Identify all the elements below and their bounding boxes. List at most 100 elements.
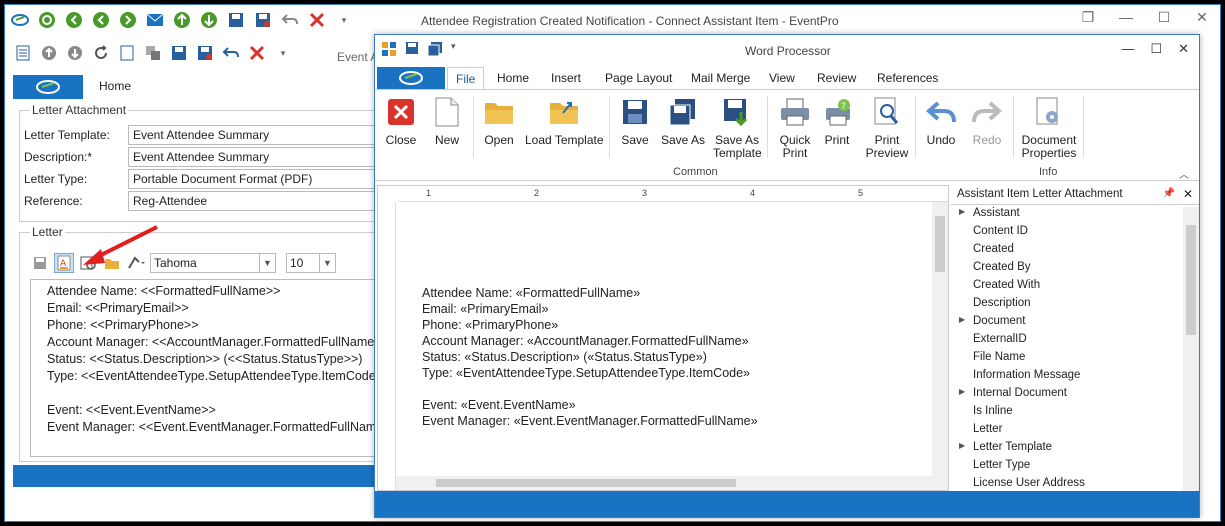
horizontal-ruler[interactable]: 1 2 3 4 5 (398, 186, 948, 202)
open-button[interactable]: Open (483, 96, 515, 147)
load-template-button[interactable]: Load Template (525, 96, 604, 147)
document-editor[interactable]: 1 2 3 4 5 Attendee Name: «FormattedFullN… (377, 185, 949, 491)
save-as-template-button[interactable]: Save As Template (713, 96, 762, 160)
close-icon[interactable]: ✕ (1190, 9, 1214, 26)
field-tree-item[interactable]: Description (951, 297, 1183, 315)
wp-close-icon[interactable]: ✕ (1178, 41, 1189, 57)
event-tab-partial[interactable]: Event A (337, 50, 378, 64)
field-tree-item[interactable]: Is Inline (951, 405, 1183, 423)
field-tree-item[interactable]: Created By (951, 261, 1183, 279)
wp-app-menu-logo[interactable] (377, 67, 445, 89)
field-tree-label: Is Inline (973, 405, 1013, 417)
wp-customize-dropdown-icon[interactable]: ▾ (451, 41, 456, 60)
expand-arrow-icon[interactable]: ▶ (959, 387, 965, 396)
quick-print-button[interactable]: Quick Print (777, 96, 813, 160)
field-tree-item[interactable]: ExternalID (951, 333, 1183, 351)
field-tree-item[interactable]: Information Message (951, 369, 1183, 387)
save-and-close-icon[interactable] (195, 43, 215, 63)
save-button[interactable]: Save (619, 96, 651, 147)
panel-scrollbar[interactable] (1183, 207, 1199, 491)
field-tree-item[interactable]: ▶ Document (951, 315, 1183, 333)
save-close-icon[interactable] (252, 9, 274, 31)
edit-in-word-processor-icon[interactable]: A (54, 253, 74, 273)
eventpro-logo-icon[interactable] (9, 9, 31, 31)
tab-home[interactable]: Home (99, 79, 131, 93)
expand-arrow-icon[interactable]: ▶ (959, 441, 965, 450)
page-icon[interactable] (117, 43, 137, 63)
expand-arrow-icon[interactable]: ▶ (959, 207, 965, 216)
field-tree-item[interactable]: ▶ Assistant (951, 207, 1183, 225)
previous-record-icon[interactable] (90, 9, 112, 31)
save-icon (619, 96, 651, 128)
undo-record-icon[interactable] (221, 43, 241, 63)
panel-close-icon[interactable]: ✕ (1183, 187, 1193, 201)
scrollbar-thumb[interactable] (935, 216, 945, 272)
redo-button[interactable]: Redo (971, 96, 1003, 147)
delete-record-icon[interactable] (247, 43, 267, 63)
field-tree-item[interactable]: Letter Type (951, 459, 1183, 477)
scrollbar-thumb[interactable] (436, 479, 736, 487)
editor-vertical-scrollbar[interactable] (932, 202, 948, 478)
restore-icon[interactable]: ❐ (1076, 9, 1100, 26)
document-body[interactable]: Attendee Name: «FormattedFullName» Email… (422, 286, 758, 430)
move-down-icon[interactable] (198, 9, 220, 31)
refresh-icon[interactable] (36, 9, 58, 31)
tab-insert[interactable]: Insert (551, 71, 581, 85)
field-tree-item[interactable]: File Name (951, 351, 1183, 369)
copy-icon[interactable] (143, 43, 163, 63)
undo-icon[interactable] (279, 9, 301, 31)
maximize-icon[interactable]: ☐ (1152, 9, 1176, 26)
field-tree-label: Created By (973, 261, 1031, 273)
tab-file[interactable]: File (447, 67, 485, 89)
vertical-ruler (378, 202, 396, 490)
field-tree-label: Internal Document (973, 387, 1067, 399)
tab-page-layout[interactable]: Page Layout (605, 71, 672, 85)
print-preview-button[interactable]: Print Preview (865, 96, 909, 160)
field-tree-item[interactable]: Content ID (951, 225, 1183, 243)
next-record-icon[interactable] (117, 9, 139, 31)
save-as-button[interactable]: Save As (661, 96, 705, 147)
pin-icon[interactable]: 📌 (1163, 188, 1175, 199)
customize-dropdown-icon[interactable]: ▾ (333, 9, 355, 31)
save-record-icon[interactable] (169, 43, 189, 63)
font-size-select[interactable]: 10 ▼ (286, 253, 336, 273)
editor-horizontal-scrollbar[interactable] (396, 476, 948, 490)
move-up-icon[interactable] (171, 9, 193, 31)
font-family-select[interactable]: Tahoma ▼ (150, 253, 276, 273)
wp-minimize-icon[interactable]: — (1121, 41, 1134, 57)
letter-save-icon[interactable] (30, 253, 50, 273)
letter-text-area[interactable]: Attendee Name: <<FormattedFullName>> Ema… (30, 279, 400, 457)
document-properties-button[interactable]: Document Properties (1021, 96, 1077, 160)
wp-save-all-icon[interactable] (427, 41, 443, 60)
email-icon[interactable] (144, 9, 166, 31)
new-button[interactable]: New (431, 96, 463, 147)
tab-home[interactable]: Home (497, 71, 529, 85)
wp-save-icon[interactable] (405, 41, 419, 60)
field-tree-item[interactable]: ▶ Letter Template (951, 441, 1183, 459)
field-tree-item[interactable]: Letter (951, 423, 1183, 441)
close-button[interactable]: Close (385, 96, 417, 147)
scrollbar-thumb[interactable] (1186, 225, 1196, 335)
delete-icon[interactable] (306, 9, 328, 31)
tab-references[interactable]: References (877, 71, 938, 85)
first-record-icon[interactable] (63, 9, 85, 31)
tab-review[interactable]: Review (817, 71, 856, 85)
collapse-ribbon-icon[interactable]: ︿ (1179, 166, 1189, 181)
reload-icon[interactable] (91, 43, 111, 63)
minimize-icon[interactable]: — (1114, 9, 1138, 26)
wp-maximize-icon[interactable]: ☐ (1150, 41, 1162, 57)
field-tree-item[interactable]: ▶ Internal Document (951, 387, 1183, 405)
field-tree-item[interactable]: Created (951, 243, 1183, 261)
print-button[interactable]: ? Print (821, 96, 853, 147)
app-menu-logo[interactable] (13, 75, 83, 99)
save-icon[interactable] (225, 9, 247, 31)
new-document-icon[interactable] (13, 43, 33, 63)
expand-arrow-icon[interactable]: ▶ (959, 315, 965, 324)
toolbar-dropdown-icon[interactable]: ▾ (273, 43, 293, 63)
down-arrow-icon[interactable] (65, 43, 85, 63)
up-arrow-icon[interactable] (39, 43, 59, 63)
tab-mail-merge[interactable]: Mail Merge (691, 71, 750, 85)
field-tree-item[interactable]: Created With (951, 279, 1183, 297)
undo-button[interactable]: Undo (925, 96, 957, 147)
tab-view[interactable]: View (769, 71, 795, 85)
